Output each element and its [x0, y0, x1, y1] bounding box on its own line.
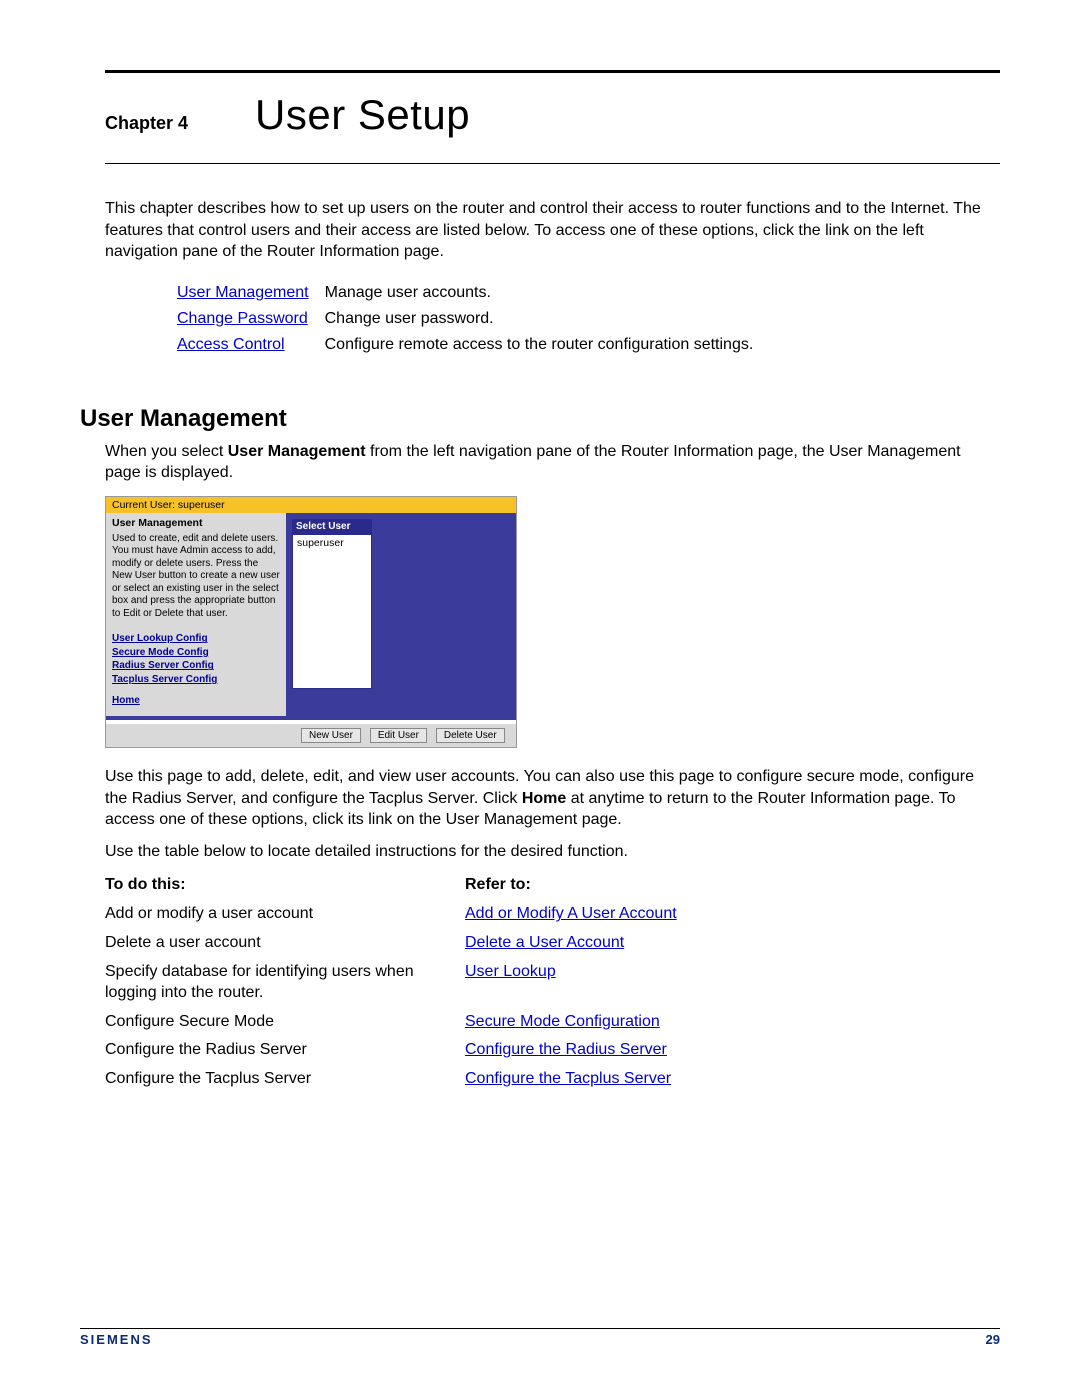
- edit-user-button[interactable]: Edit User: [370, 728, 427, 743]
- chapter-label: Chapter 4: [105, 113, 245, 134]
- panel-help-text: Used to create, edit and delete users. Y…: [112, 533, 280, 621]
- table-row: Access Control Configure remote access t…: [177, 333, 767, 357]
- ui-left-panel: User Management Used to create, edit and…: [106, 513, 286, 716]
- chapter-title: User Setup: [255, 91, 470, 139]
- footer-page-number: 29: [986, 1332, 1000, 1347]
- link-radius-server-config[interactable]: Radius Server Config: [112, 659, 280, 673]
- section-intro: When you select User Management from the…: [105, 441, 1000, 484]
- ref-link-radius[interactable]: Configure the Radius Server: [465, 1041, 667, 1058]
- todo-cell: Delete a user account: [105, 929, 465, 958]
- todo-cell: Configure the Tacplus Server: [105, 1065, 465, 1094]
- list-item[interactable]: superuser: [297, 537, 367, 549]
- table-header-row: To do this: Refer to:: [105, 872, 1000, 900]
- table-row: Configure Secure Mode Secure Mode Config…: [105, 1008, 1000, 1037]
- todo-cell: Configure the Radius Server: [105, 1036, 465, 1065]
- todo-cell: Add or modify a user account: [105, 900, 465, 929]
- link-user-management[interactable]: User Management: [177, 284, 309, 301]
- col-refer: Refer to:: [465, 872, 1000, 900]
- link-user-lookup-config[interactable]: User Lookup Config: [112, 632, 280, 646]
- reference-table: To do this: Refer to: Add or modify a us…: [105, 872, 1000, 1094]
- feature-desc: Manage user accounts.: [325, 281, 768, 305]
- embedded-ui-screenshot: Current User: superuser User Management …: [105, 496, 517, 748]
- select-user-header: Select User: [292, 519, 372, 534]
- delete-user-button[interactable]: Delete User: [436, 728, 505, 743]
- select-user-listbox[interactable]: superuser: [292, 534, 372, 689]
- ref-link-user-lookup[interactable]: User Lookup: [465, 963, 556, 980]
- chapter-header: Chapter 4 User Setup: [105, 73, 1000, 163]
- ui-button-row: New User Edit User Delete User: [106, 724, 516, 747]
- table-row: Delete a user account Delete a User Acco…: [105, 929, 1000, 958]
- col-todo: To do this:: [105, 872, 465, 900]
- table-row: Configure the Radius Server Configure th…: [105, 1036, 1000, 1065]
- bold-term: Home: [522, 790, 566, 807]
- text: When you select: [105, 443, 228, 460]
- new-user-button[interactable]: New User: [301, 728, 361, 743]
- table-row: Change Password Change user password.: [177, 307, 767, 331]
- intro-paragraph: This chapter describes how to set up use…: [105, 198, 1000, 263]
- ui-main: User Management Used to create, edit and…: [106, 513, 516, 720]
- section-heading: User Management: [80, 405, 1000, 433]
- feature-desc: Change user password.: [325, 307, 768, 331]
- ref-link-delete[interactable]: Delete a User Account: [465, 934, 624, 951]
- chapter-rule: [105, 163, 1000, 164]
- page-footer: SIEMENS 29: [80, 1328, 1000, 1347]
- link-tacplus-server-config[interactable]: Tacplus Server Config: [112, 673, 280, 687]
- panel-title: User Management: [112, 517, 280, 529]
- todo-cell: Configure Secure Mode: [105, 1008, 465, 1037]
- after-ui-paragraph-1: Use this page to add, delete, edit, and …: [105, 766, 1000, 831]
- feature-desc: Configure remote access to the router co…: [325, 333, 768, 357]
- todo-cell: Specify database for identifying users w…: [105, 958, 465, 1008]
- table-row: Configure the Tacplus Server Configure t…: [105, 1065, 1000, 1094]
- table-row: User Management Manage user accounts.: [177, 281, 767, 305]
- link-access-control[interactable]: Access Control: [177, 336, 285, 353]
- link-home[interactable]: Home: [112, 694, 280, 708]
- after-ui-paragraph-2: Use the table below to locate detailed i…: [105, 841, 1000, 863]
- ref-link-add-modify[interactable]: Add or Modify A User Account: [465, 905, 677, 922]
- ui-right-panel: Select User superuser: [286, 513, 516, 716]
- feature-link-table: User Management Manage user accounts. Ch…: [175, 279, 769, 359]
- current-user-bar: Current User: superuser: [106, 497, 516, 513]
- table-row: Specify database for identifying users w…: [105, 958, 1000, 1008]
- document-page: Chapter 4 User Setup This chapter descri…: [0, 0, 1080, 1397]
- ref-link-secure-mode[interactable]: Secure Mode Configuration: [465, 1013, 660, 1030]
- footer-brand: SIEMENS: [80, 1332, 153, 1347]
- link-change-password[interactable]: Change Password: [177, 310, 308, 327]
- link-secure-mode-config[interactable]: Secure Mode Config: [112, 646, 280, 660]
- bold-term: User Management: [228, 443, 366, 460]
- ref-link-tacplus[interactable]: Configure the Tacplus Server: [465, 1070, 671, 1087]
- table-row: Add or modify a user account Add or Modi…: [105, 900, 1000, 929]
